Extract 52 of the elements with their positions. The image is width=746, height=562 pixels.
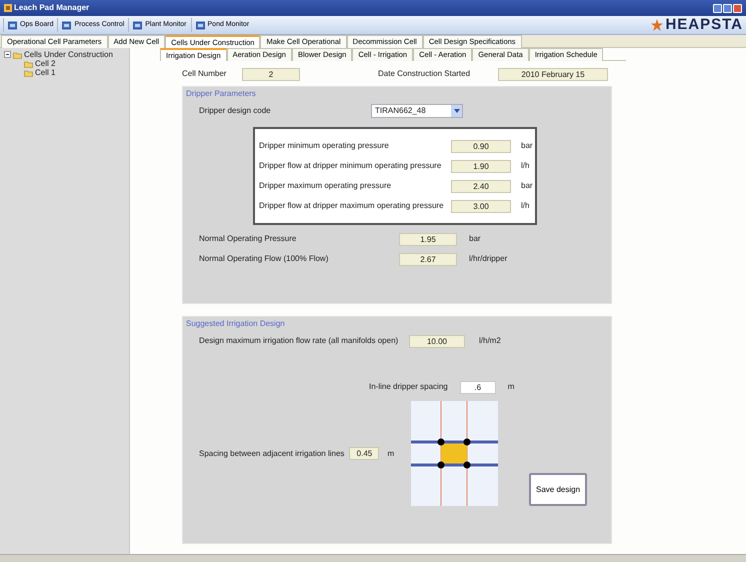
window-icon [133, 20, 142, 30]
window-icon [62, 20, 72, 30]
field-label: Dripper design code [199, 105, 272, 117]
field-label: In-line dripper spacing [369, 381, 448, 393]
field-label: Normal Operating Pressure [199, 233, 298, 245]
close-button[interactable] [733, 4, 742, 12]
value-field[interactable]: 1.90 [451, 160, 511, 172]
value-field[interactable]: 3.00 [451, 200, 511, 212]
group-title: Dripper Parameters [185, 88, 257, 100]
unit-label: bar [521, 180, 533, 192]
field-label: Dripper flow at dripper minimum operating pressure [258, 160, 442, 172]
unit-label: l/h [521, 200, 530, 212]
field-label: Normal Operating Flow (100% Flow) [199, 253, 330, 265]
spacing-field[interactable]: .6 [460, 380, 496, 394]
field-label: Design maximum irrigation flow rate (all manifolds open) [199, 335, 400, 347]
unit-label: bar [469, 233, 481, 245]
unit-label: l/h/m2 [479, 335, 501, 347]
app-icon [4, 4, 12, 12]
window-icon [196, 20, 205, 30]
unit-label: l/h [521, 160, 530, 172]
unit-label: l/hr/dripper [469, 253, 508, 265]
tree-item[interactable]: Cell 2 [35, 58, 56, 70]
field-label: Dripper minimum operating pressure [258, 140, 390, 152]
value-field[interactable]: 1.95 [399, 232, 457, 246]
value-field[interactable]: 0.90 [451, 140, 511, 152]
maximize-button[interactable] [723, 4, 732, 12]
star-icon [651, 19, 664, 31]
dropdown-field[interactable]: TIRAN662_48 [371, 104, 463, 118]
unit-label: bar [521, 140, 533, 152]
field-label: Spacing between adjacent irrigation lines [199, 448, 344, 460]
caret-icon [454, 109, 460, 113]
field-label: Dripper flow at dripper maximum operating pressure [258, 200, 445, 212]
tree-item[interactable]: Cells Under Construction [24, 48, 113, 60]
value-field[interactable]: 2.67 [399, 252, 457, 266]
collapse-icon[interactable] [4, 51, 11, 58]
field-label: Date Construction Started [378, 68, 472, 80]
tree-item[interactable]: Cell 1 [35, 66, 56, 78]
unit-label: m [387, 448, 394, 460]
cell-number-field[interactable]: 2 [242, 68, 300, 80]
field-label: Dripper maximum operating pressure [258, 180, 392, 192]
window-title: Leach Pad Manager [14, 2, 90, 14]
unit-label: m [508, 381, 514, 393]
value-field[interactable]: 0.45 [349, 447, 380, 460]
field-label: Cell Number [182, 68, 228, 80]
group-title: Suggested Irrigation Design [185, 318, 286, 330]
value-field[interactable]: 2.40 [451, 180, 511, 192]
window-icon [8, 20, 17, 30]
minimize-button[interactable] [713, 4, 722, 12]
save-button[interactable]: Save design [529, 473, 587, 506]
value-field[interactable]: 10.00 [409, 334, 465, 348]
date-field[interactable]: 2010 February 15 [498, 68, 608, 80]
logo-text: HEAPSTA [665, 14, 743, 35]
